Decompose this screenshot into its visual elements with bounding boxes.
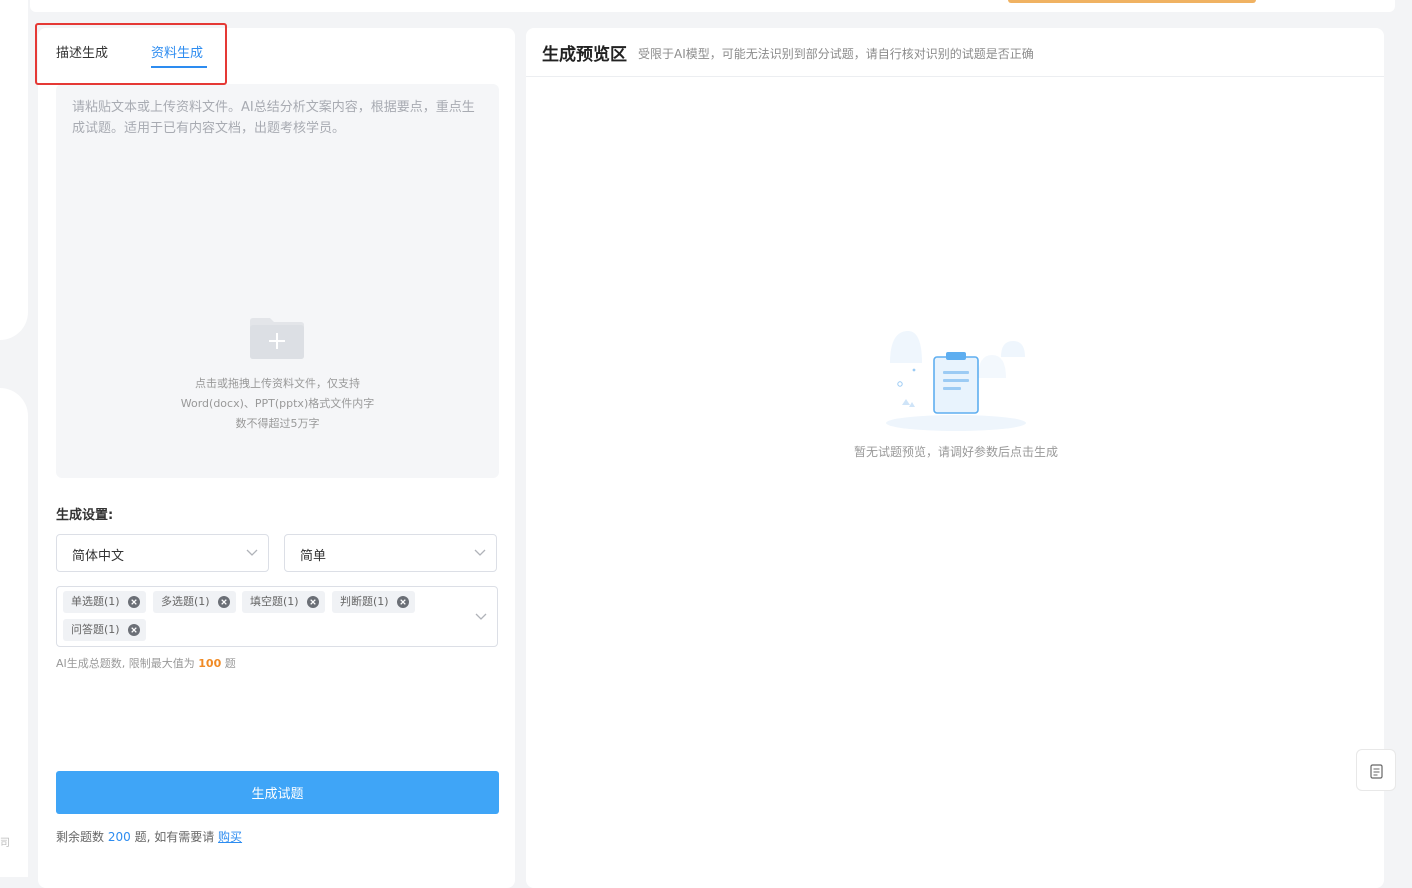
generate-questions-button[interactable]: 生成试题 — [56, 771, 499, 814]
language-select-value: 简体中文 — [72, 549, 125, 564]
question-type-tag-label: 填空题(1) — [250, 595, 299, 608]
close-circle-icon[interactable] — [396, 596, 409, 608]
chevron-down-icon — [474, 549, 486, 556]
question-type-tag: 判断题(1) — [332, 591, 415, 613]
active-tab-underline — [151, 66, 207, 68]
preview-divider — [526, 76, 1384, 77]
left-nav-upper — [0, 0, 28, 340]
hint-max-value: 100 — [198, 657, 222, 670]
floating-document-button[interactable] — [1356, 749, 1396, 791]
tab-description-generate[interactable]: 描述生成 — [56, 42, 108, 61]
document-icon — [1370, 764, 1383, 779]
preview-panel: 生成预览区 受限于AI模型，可能无法识别到部分试题，请自行核对识别的试题是否正确… — [526, 28, 1384, 888]
language-select[interactable]: 简体中文 — [56, 534, 269, 572]
upload-hint-line-3: 数不得超过5万字 — [235, 417, 320, 430]
settings-label: 生成设置: — [56, 508, 114, 523]
remaining-prefix: 剩余题数 — [56, 830, 105, 844]
close-circle-icon[interactable] — [127, 624, 140, 636]
material-text-input[interactable]: 请粘贴文本或上传资料文件。AI总结分析文案内容，根据要点，重点生成试题。适用于已… — [56, 84, 499, 478]
buy-link[interactable]: 购买 — [218, 830, 242, 844]
preview-title: 生成预览区 — [542, 45, 627, 65]
question-type-select[interactable]: 单选题(1) 多选题(1) 填空题(1) 判断题(1) 问答题(1) — [56, 586, 498, 647]
difficulty-select[interactable]: 简单 — [284, 534, 497, 572]
top-accent-bar — [1008, 0, 1256, 3]
question-type-tag: 填空题(1) — [242, 591, 325, 613]
question-count-hint: AI生成总题数, 限制最大值为 100 题 — [56, 655, 236, 671]
chevron-down-icon — [246, 549, 258, 556]
remaining-questions: 剩余题数 200 题, 如有需要请 购买 — [56, 828, 242, 845]
tab-material-generate[interactable]: 资料生成 — [151, 42, 203, 61]
chevron-down-icon — [475, 613, 487, 620]
generation-panel: 描述生成 资料生成 请粘贴文本或上传资料文件。AI总结分析文案内容，根据要点，重… — [38, 28, 515, 888]
difficulty-select-value: 简单 — [300, 549, 327, 564]
question-type-tag: 多选题(1) — [153, 591, 236, 613]
top-bar — [30, 0, 1395, 12]
preview-empty-text: 暂无试题预览，请调好参数后点击生成 — [853, 445, 1058, 459]
hint-prefix: AI生成总题数, 限制最大值为 — [56, 657, 195, 670]
preview-subtitle: 受限于AI模型，可能无法识别到部分试题，请自行核对识别的试题是否正确 — [638, 47, 1034, 61]
close-circle-icon[interactable] — [127, 596, 140, 608]
input-placeholder: 请粘贴文本或上传资料文件。AI总结分析文案内容，根据要点，重点生成试题。适用于已… — [72, 100, 475, 136]
left-nav-lower — [0, 388, 28, 877]
hint-suffix: 题 — [224, 657, 236, 670]
close-circle-icon[interactable] — [217, 596, 230, 608]
upload-hint-line-2: Word(docx)、PPT(pptx)格式文件内字 — [180, 397, 375, 410]
question-type-tag-label: 单选题(1) — [71, 595, 120, 608]
upload-hint: 点击或拖拽上传资料文件，仅支持 Word(docx)、PPT(pptx)格式文件… — [156, 374, 399, 434]
question-type-tag: 问答题(1) — [63, 619, 146, 641]
question-type-tag-label: 问答题(1) — [71, 623, 120, 636]
question-type-tag: 单选题(1) — [63, 591, 146, 613]
remaining-middle: 题, 如有需要请 — [134, 830, 215, 844]
upload-hint-line-1: 点击或拖拽上传资料文件，仅支持 — [195, 377, 360, 390]
remaining-count: 200 — [107, 830, 131, 844]
clipboard-empty-icon — [886, 331, 1026, 431]
folder-plus-icon[interactable] — [248, 317, 306, 360]
question-type-tag-label: 判断题(1) — [340, 595, 389, 608]
question-type-tag-label: 多选题(1) — [161, 595, 210, 608]
left-edge-text: 司 — [0, 838, 10, 849]
close-circle-icon[interactable] — [306, 596, 319, 608]
